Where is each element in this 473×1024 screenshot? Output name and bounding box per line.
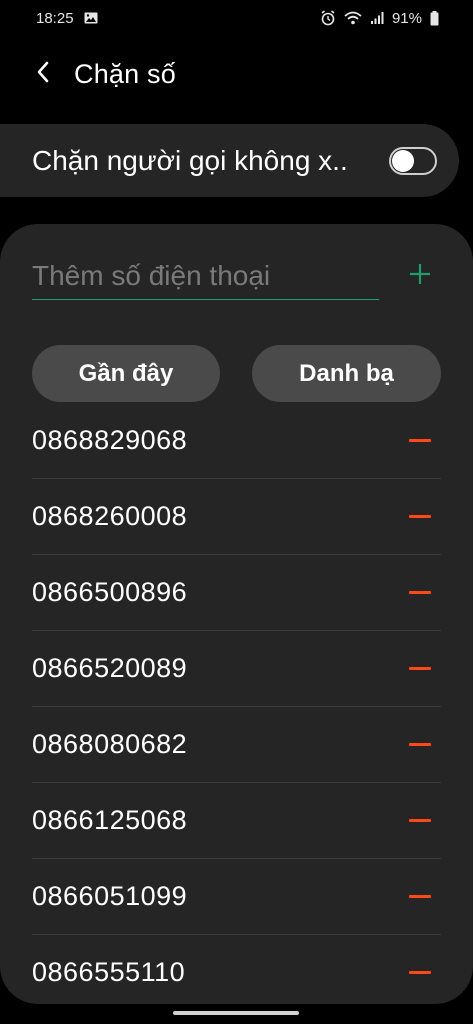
blocked-number-text: 0868829068 — [32, 424, 188, 455]
blocked-number-text: 0866500896 — [32, 576, 188, 607]
minus-icon — [409, 514, 431, 518]
recent-button[interactable]: Gần đây — [32, 345, 220, 402]
remove-number-button[interactable] — [407, 807, 433, 833]
image-icon — [84, 12, 98, 24]
battery-percent: 91% — [391, 9, 422, 27]
remove-number-button[interactable] — [407, 655, 433, 681]
battery-icon — [430, 10, 439, 26]
blocked-number-row[interactable]: 0868260008 — [0, 478, 473, 554]
blocked-number-row[interactable]: 0866051099 — [0, 858, 473, 934]
minus-icon — [409, 666, 431, 670]
block-unknown-callers-label: Chặn người gọi không x.. — [32, 144, 348, 176]
contacts-button[interactable]: Danh bạ — [252, 345, 441, 402]
status-right: 91% — [320, 10, 439, 27]
blocked-number-row[interactable]: 0868829068 — [0, 402, 473, 478]
blocked-number-text: 0866051099 — [32, 880, 188, 911]
blocked-number-text: 0866520089 — [32, 652, 188, 683]
blocked-number-text: 0866125068 — [32, 804, 188, 835]
app-header: Chặn số — [0, 50, 473, 98]
block-unknown-callers-row[interactable]: Chặn người gọi không x.. — [0, 124, 459, 197]
wifi-icon — [344, 11, 362, 25]
remove-number-button[interactable] — [407, 883, 433, 909]
back-arrow-icon — [36, 61, 50, 88]
minus-icon — [409, 894, 431, 898]
navigation-handle[interactable] — [173, 1011, 299, 1015]
remove-number-button[interactable] — [407, 959, 433, 985]
phone-input-container — [32, 252, 379, 300]
remove-number-button[interactable] — [407, 579, 433, 605]
status-left: 18:25 — [36, 10, 98, 27]
blocked-number-row[interactable]: 0866520089 — [0, 630, 473, 706]
minus-icon — [409, 970, 431, 974]
add-phone-number-input[interactable] — [32, 252, 379, 299]
remove-number-button[interactable] — [407, 427, 433, 453]
blocked-number-list: 0868829068 0868260008 0866500896 0866520089… — [0, 402, 473, 1004]
back-button[interactable] — [26, 54, 60, 94]
blocked-number-text: 0868080682 — [32, 728, 188, 759]
switch-knob — [392, 149, 414, 172]
minus-icon — [409, 818, 431, 822]
blocked-numbers-card: Gần đây Danh bạ 0868829068 0868260008 0866… — [0, 224, 473, 1004]
minus-icon — [409, 742, 431, 746]
signal-icon — [370, 11, 384, 25]
add-number-button[interactable] — [404, 260, 436, 292]
minus-icon — [409, 438, 431, 442]
blocked-number-row[interactable]: 0866125068 — [0, 782, 473, 858]
remove-number-button[interactable] — [407, 731, 433, 757]
blocked-number-row[interactable]: 0868080682 — [0, 706, 473, 782]
remove-number-button[interactable] — [407, 503, 433, 529]
status-bar: 18:25 91% — [0, 0, 473, 36]
page-title: Chặn số — [74, 58, 176, 89]
blocked-number-text: 0868260008 — [32, 500, 188, 531]
alarm-icon — [320, 10, 336, 26]
minus-icon — [409, 590, 431, 594]
blocked-number-text: 0866555110 — [32, 956, 186, 987]
plus-icon — [409, 263, 431, 290]
blocked-number-row[interactable]: 0866555110 — [0, 934, 473, 1004]
status-time: 18:25 — [36, 9, 74, 27]
block-unknown-callers-switch[interactable] — [389, 146, 437, 175]
blocked-number-row[interactable]: 0866500896 — [0, 554, 473, 630]
